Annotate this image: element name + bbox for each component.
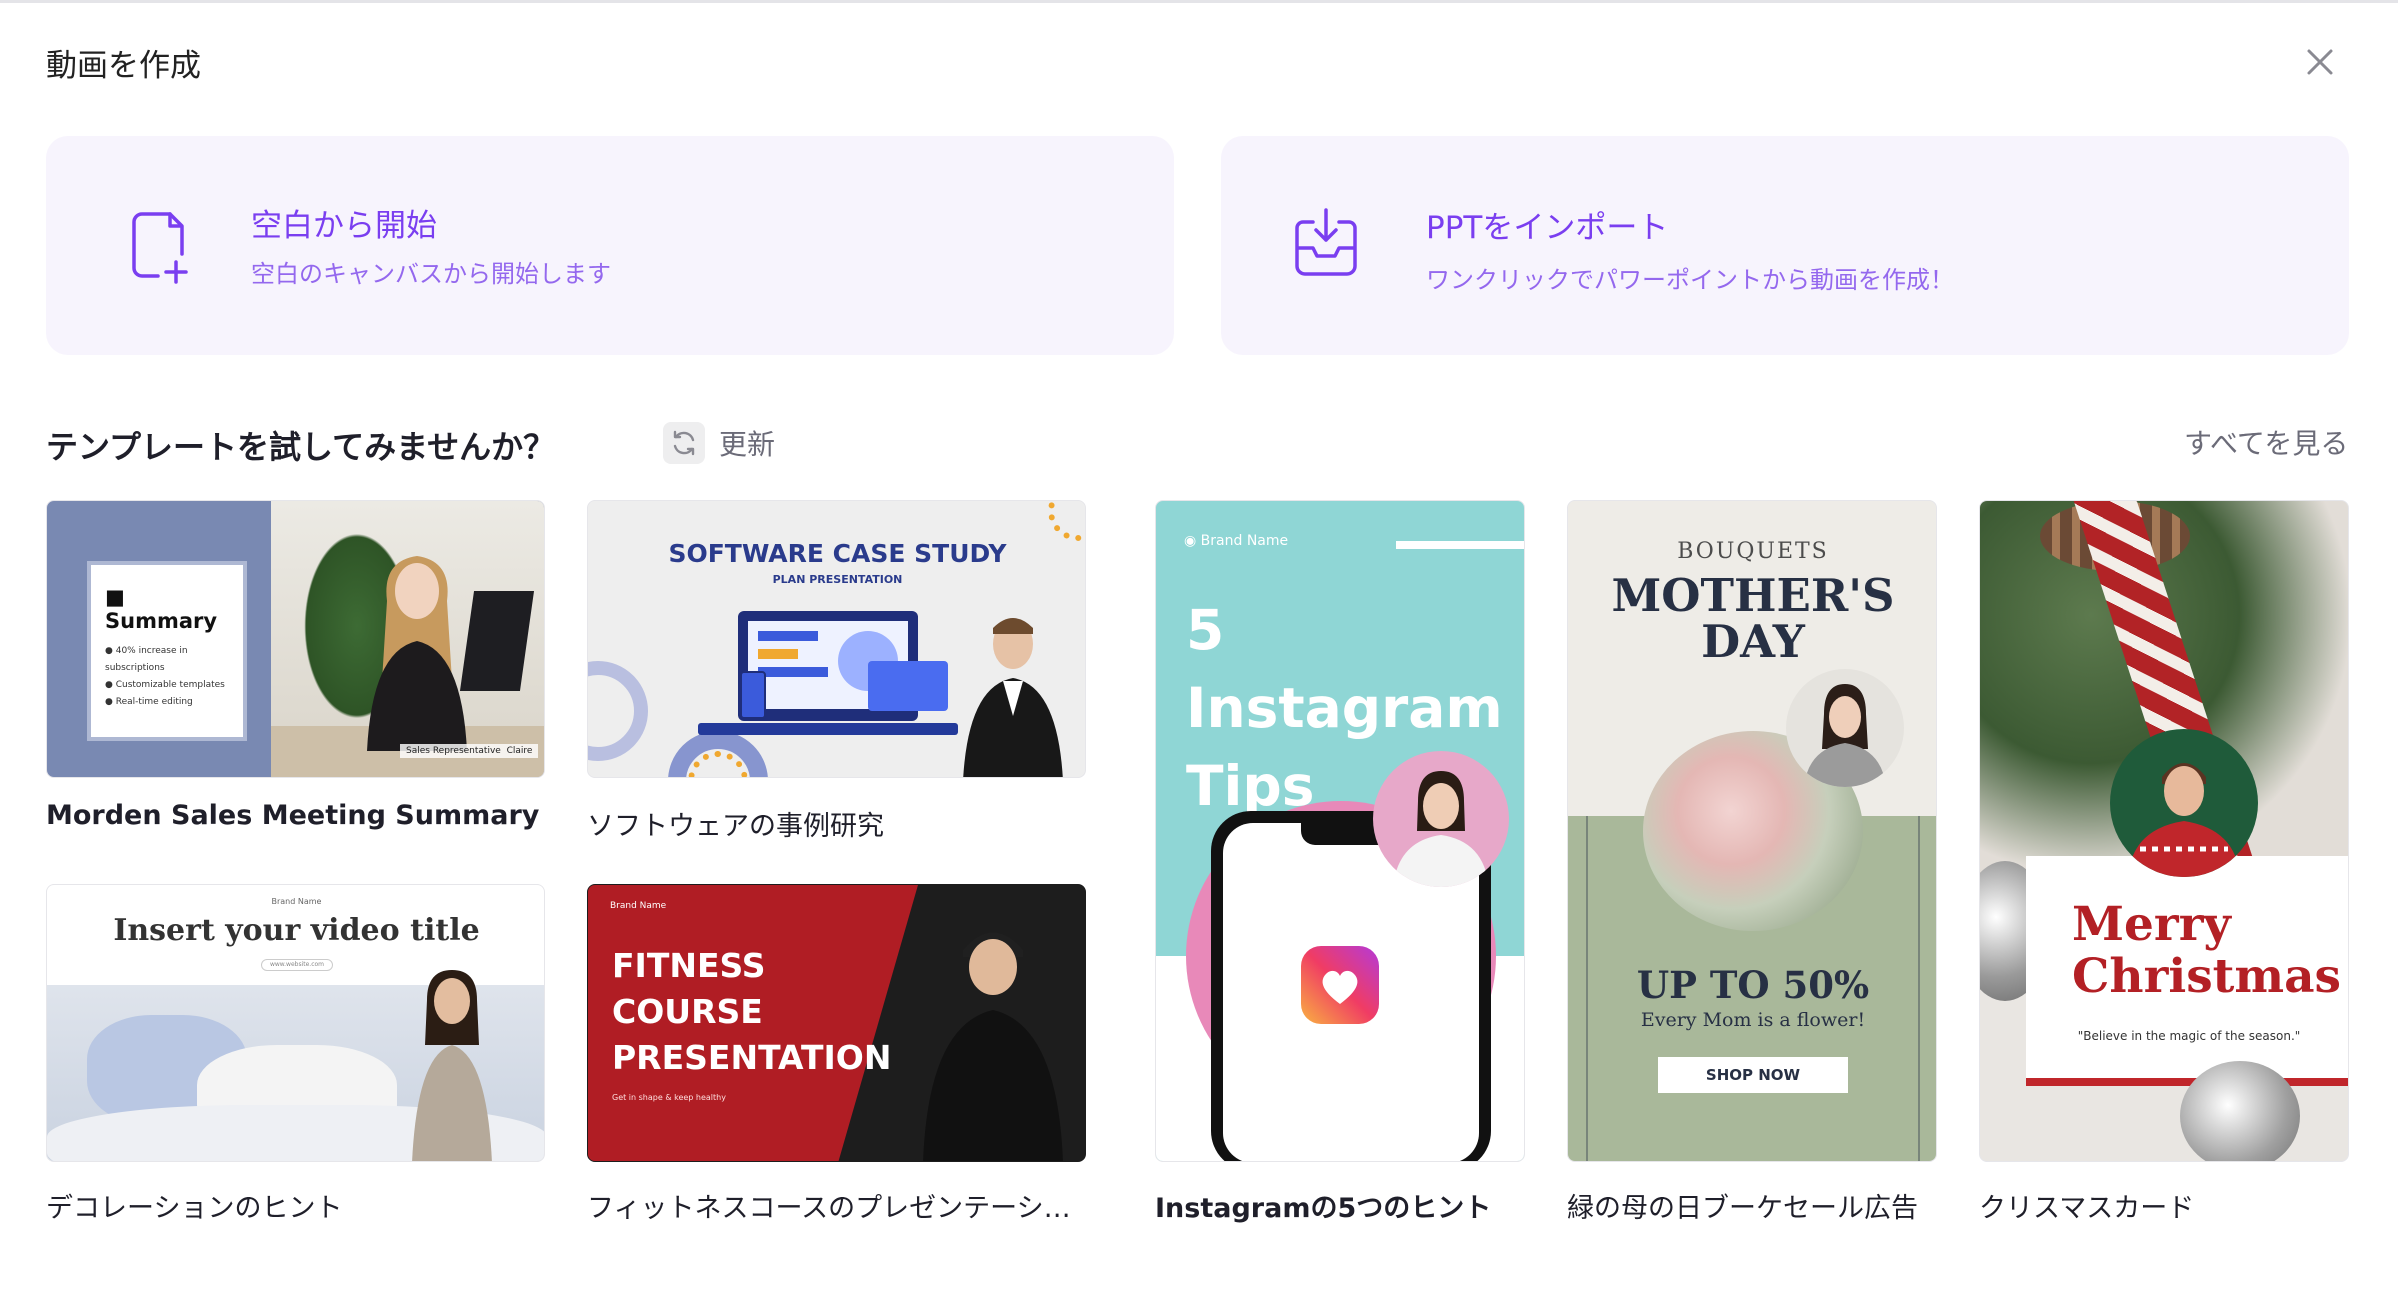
template-thumbnail-christmas-card[interactable]: Merry Christmas "Believe in the magic of … — [1979, 500, 2349, 1162]
dialog-title: 動画を作成 — [46, 48, 201, 84]
thumb-quote: "Believe in the magic of the season." — [2077, 1029, 2301, 1043]
decor-ring — [588, 661, 648, 761]
bauble-image — [2180, 1061, 2300, 1161]
summary-bullets: ● 40% increase in subscriptions ● Custom… — [105, 646, 225, 707]
monitor-base — [698, 723, 958, 735]
thumb-heading: FITNESS COURSE PRESENTATION — [612, 946, 892, 1077]
heart-app-icon — [1301, 946, 1379, 1024]
close-icon[interactable] — [2300, 42, 2340, 82]
thumb-url: www.website.com — [261, 959, 333, 971]
import-ppt-description: ワンクリックでパワーポイントから動画を作成！ — [1426, 266, 1954, 294]
thumb-heading: MOTHER'S DAY — [1611, 569, 1895, 668]
thumb-subheading: Get in shape & keep healthy — [612, 1093, 726, 1102]
inbox-download-icon — [1283, 202, 1369, 288]
summary-board: ■ Summary ● 40% increase in subscription… — [87, 561, 247, 741]
refresh-icon — [663, 422, 705, 464]
thumb-heading: Merry Christmas — [2072, 897, 2342, 1004]
start-blank-card[interactable]: 空白から開始 空白のキャンバスから開始します — [46, 136, 1174, 355]
thumb-brand: Brand Name — [271, 897, 322, 906]
template-thumbnail-fitness-course[interactable]: Brand Name FITNESS COURSE PRESENTATION Get… — [587, 884, 1086, 1162]
import-ppt-title: PPTをインポート — [1426, 210, 1669, 246]
refresh-button[interactable]: 更新 — [663, 422, 775, 464]
see-all-link[interactable]: すべてを見る — [2184, 422, 2348, 462]
template-thumbnail-sales-summary[interactable]: ■ Summary ● 40% increase in subscription… — [46, 500, 545, 778]
template-thumbnail-mothers-day[interactable]: BOUQUETS MOTHER'S DAY UP TO 50% Every Mom… — [1567, 500, 1937, 1162]
template-caption: フィットネスコースのプレゼンテーシ… — [587, 1193, 1071, 1224]
top-strip — [0, 0, 2398, 3]
thumb-brand: Brand Name — [610, 901, 667, 911]
avatar-presenter — [412, 970, 492, 1161]
thumb-offer: UP TO 50% — [1636, 963, 1870, 1007]
templates-section-title: テンプレートを試してみませんか？ — [46, 428, 556, 466]
thumb-brand: ◉ Brand Name — [1184, 533, 1289, 549]
chart-card-illustration — [868, 661, 948, 711]
template-caption: デコレーションのヒント — [46, 1193, 343, 1224]
avatar-presenter — [367, 556, 467, 751]
summary-heading: ■ Summary — [105, 585, 218, 633]
start-blank-title: 空白から開始 — [251, 208, 437, 244]
thumb-heading: SOFTWARE CASE STUDY — [668, 539, 1007, 568]
avatar-presenter — [1373, 751, 1509, 887]
refresh-label: 更新 — [719, 428, 776, 461]
import-ppt-card[interactable]: PPTをインポート ワンクリックでパワーポイントから動画を作成！ — [1221, 136, 2349, 355]
thumb-tagline: Every Mom is a flower! — [1640, 1009, 1866, 1031]
template-caption: Instagramの5つのヒント — [1155, 1193, 1492, 1224]
thumb-subheading: PLAN PRESENTATION — [772, 573, 903, 586]
decor-sun — [1048, 501, 1085, 541]
template-caption: 緑の母の日ブーケセール広告 — [1567, 1193, 1918, 1224]
template-caption: ソフトウェアの事例研究 — [587, 811, 884, 842]
thumb-top-text: BOUQUETS — [1677, 539, 1829, 564]
avatar-presenter — [2110, 729, 2258, 877]
template-caption: Morden Sales Meeting Summary — [46, 800, 540, 831]
avatar-presenter — [963, 618, 1063, 777]
avatar-presenter — [1786, 669, 1904, 787]
thumb-heading: Insert your video title — [113, 913, 480, 948]
avatar-presenter — [923, 932, 1063, 1161]
template-caption: クリスマスカード — [1979, 1193, 2195, 1224]
phone-illustration — [740, 671, 766, 719]
template-thumbnail-decoration-tips[interactable]: Brand Name Insert your video title www.w… — [46, 884, 545, 1162]
thumb-shop-button: SHOP NOW — [1658, 1057, 1848, 1093]
template-thumbnail-instagram-tips[interactable]: ◉ Brand Name 5 Instagram Tips — [1155, 500, 1525, 1162]
presenter-name-tag: Sales Representative Claire — [400, 744, 539, 758]
file-plus-icon — [114, 202, 200, 288]
start-blank-description: 空白のキャンバスから開始します — [251, 260, 611, 288]
template-thumbnail-software-case-study[interactable]: SOFTWARE CASE STUDY PLAN PRESENTATION — [587, 500, 1086, 778]
